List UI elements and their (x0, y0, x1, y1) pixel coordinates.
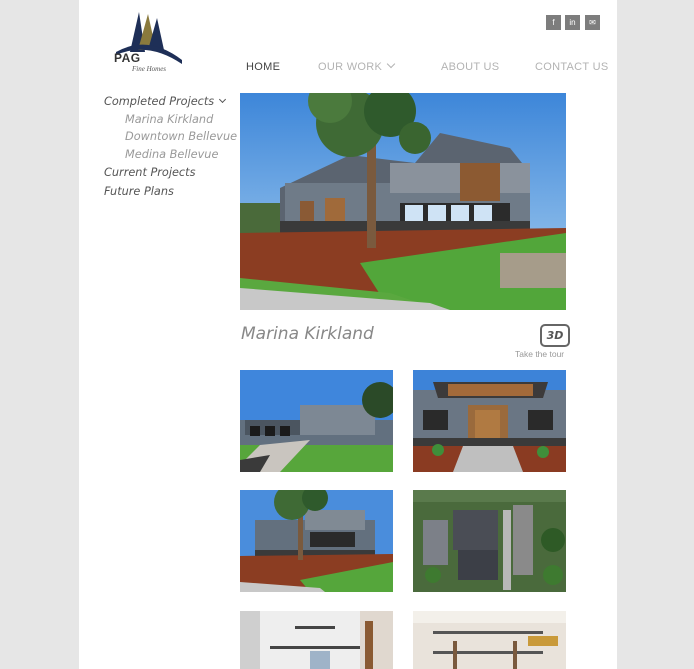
sidebar-item-completed-projects[interactable]: Completed Projects (104, 95, 227, 108)
logo-name: PAG (114, 51, 141, 65)
sidebar-item-downtown-bellevue[interactable]: Downtown Bellevue (125, 130, 237, 143)
nav-our-work[interactable]: OUR WORK (318, 59, 396, 73)
nav-about[interactable]: ABOUT US (441, 61, 499, 73)
page-container: PAG Fine Homes f in ✉ HOME OUR WORK ABOU… (79, 0, 617, 669)
tour-3d-button[interactable]: 3D (540, 324, 570, 347)
gallery-thumb[interactable] (240, 611, 393, 669)
sidebar-item-label: Completed Projects (104, 95, 215, 108)
hero-photo (240, 93, 566, 310)
nav-about-label: ABOUT US (441, 61, 500, 73)
linkedin-icon[interactable]: in (565, 15, 580, 30)
gallery-thumb[interactable] (240, 370, 393, 472)
chevron-down-icon (219, 95, 227, 104)
nav-our-work-label: OUR WORK (318, 61, 383, 73)
nav-home[interactable]: HOME (246, 61, 280, 73)
email-icon[interactable]: ✉ (585, 15, 600, 30)
gallery-thumb[interactable] (413, 490, 566, 592)
sidebar-item-current-projects[interactable]: Current Projects (104, 166, 195, 179)
facebook-icon[interactable]: f (546, 15, 561, 30)
sidebar-item-medina-bellevue[interactable]: Medina Bellevue (125, 148, 218, 161)
sidebar-item-marina-kirkland[interactable]: Marina Kirkland (125, 113, 213, 126)
nav-contact-label: CONTACT US (535, 61, 609, 73)
nav-contact[interactable]: CONTACT US (535, 61, 609, 73)
logo-tagline: Fine Homes (132, 65, 167, 73)
sidebar-item-future-plans[interactable]: Future Plans (104, 185, 174, 198)
tour-link[interactable]: Take the tour (515, 349, 564, 359)
gallery-thumb[interactable] (240, 490, 393, 592)
gallery-thumb[interactable] (413, 370, 566, 472)
nav-home-label: HOME (246, 61, 281, 73)
gallery-thumb[interactable] (413, 611, 566, 669)
chevron-down-icon (386, 59, 396, 69)
project-title: Marina Kirkland (241, 324, 374, 344)
